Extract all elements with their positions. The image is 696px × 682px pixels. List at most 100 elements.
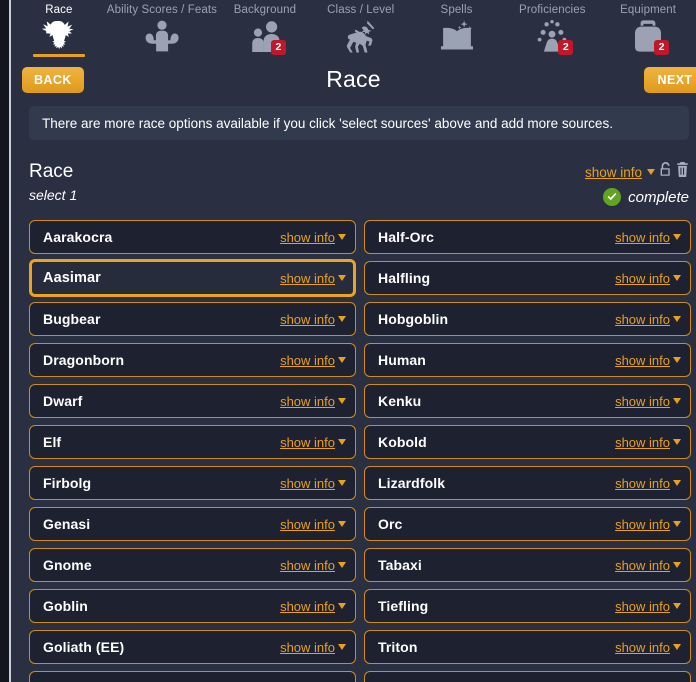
chevron-down-icon[interactable] [338,602,346,609]
chevron-down-icon[interactable] [338,479,346,486]
race-show-info-control[interactable]: show info [280,230,346,245]
race-option-row[interactable]: Half-Orc show info [364,220,691,254]
race-show-info-control[interactable]: show info [615,394,681,409]
next-button[interactable]: NEXT [644,67,696,93]
chevron-down-icon[interactable] [673,520,681,527]
chevron-down-icon[interactable] [673,356,681,363]
race-show-info-control[interactable]: show info [615,640,681,655]
race-option-row[interactable] [29,671,356,682]
race-show-info-control[interactable]: show info [280,312,346,327]
race-show-info-link[interactable]: show info [615,353,670,368]
race-show-info-link[interactable]: show info [615,394,670,409]
race-show-info-control[interactable]: show info [280,476,346,491]
race-show-info-link[interactable]: show info [280,558,335,573]
chevron-down-icon[interactable] [338,356,346,363]
chevron-down-icon[interactable] [338,520,346,527]
race-option-row[interactable]: Elf show info [29,425,356,459]
race-show-info-link[interactable]: show info [615,640,670,655]
chevron-down-icon[interactable] [338,315,346,322]
chevron-down-icon[interactable] [673,602,681,609]
race-show-info-control[interactable]: show info [280,517,346,532]
race-option-row[interactable]: Dwarf show info [29,384,356,418]
nav-tab-proficiencies[interactable]: Proficiencies 2 [504,0,600,62]
race-show-info-link[interactable]: show info [615,599,670,614]
nav-tab-ability-scores-feats[interactable]: Ability Scores / Feats [107,0,217,62]
chevron-down-icon[interactable] [673,315,681,322]
chevron-down-icon[interactable] [673,233,681,240]
race-show-info-control[interactable]: show info [280,435,346,450]
chevron-down-icon[interactable] [338,274,346,281]
trash-can-icon[interactable] [676,162,689,182]
race-show-info-link[interactable]: show info [615,435,670,450]
race-option-row[interactable]: Aarakocra show info [29,220,356,254]
race-option-row[interactable]: Halfling show info [364,261,691,295]
chevron-down-icon[interactable] [673,397,681,404]
chevron-down-icon[interactable] [673,479,681,486]
race-option-row[interactable]: Hobgoblin show info [364,302,691,336]
chevron-down-icon[interactable] [338,438,346,445]
race-show-info-link[interactable]: show info [615,271,670,286]
race-show-info-control[interactable]: show info [615,517,681,532]
race-option-row-selected[interactable]: Aasimar show info [29,259,356,297]
race-option-row[interactable]: Tabaxi show info [364,548,691,582]
chevron-down-icon[interactable] [338,643,346,650]
nav-tab-class-level[interactable]: Class / Level [313,0,409,62]
race-show-info-link[interactable]: show info [615,476,670,491]
race-show-info-control[interactable]: show info [280,640,346,655]
race-show-info-control[interactable]: show info [280,558,346,573]
chevron-down-icon[interactable] [338,233,346,240]
race-show-info-control[interactable]: show info [615,435,681,450]
race-option-row[interactable]: Gnome show info [29,548,356,582]
section-show-info-link[interactable]: show info [585,165,642,180]
race-show-info-control[interactable]: show info [615,476,681,491]
race-show-info-control[interactable]: show info [280,599,346,614]
unlocked-padlock-icon[interactable] [659,162,672,182]
nav-tab-spells[interactable]: Spells [409,0,505,62]
race-show-info-link[interactable]: show info [280,353,335,368]
nav-tab-background[interactable]: Background 2 [217,0,313,62]
race-show-info-control[interactable]: show info [615,271,681,286]
race-show-info-link[interactable]: show info [280,476,335,491]
race-show-info-link[interactable]: show info [280,640,335,655]
race-show-info-control[interactable]: show info [280,394,346,409]
race-show-info-control[interactable]: show info [615,558,681,573]
race-option-row[interactable]: Genasi show info [29,507,356,541]
nav-tab-race[interactable]: Race [11,0,107,62]
chevron-down-icon[interactable] [338,397,346,404]
race-show-info-link[interactable]: show info [615,230,670,245]
chevron-down-icon[interactable] [647,168,655,175]
race-option-row[interactable]: Kobold show info [364,425,691,459]
race-option-row[interactable] [364,671,691,682]
race-show-info-link[interactable]: show info [615,558,670,573]
race-show-info-control[interactable]: show info [280,271,346,286]
chevron-down-icon[interactable] [673,274,681,281]
race-option-row[interactable]: Firbolg show info [29,466,356,500]
chevron-down-icon[interactable] [673,438,681,445]
race-show-info-link[interactable]: show info [280,230,335,245]
race-show-info-link[interactable]: show info [615,312,670,327]
race-show-info-link[interactable]: show info [280,599,335,614]
race-show-info-control[interactable]: show info [615,230,681,245]
race-show-info-link[interactable]: show info [280,435,335,450]
race-show-info-control[interactable]: show info [615,599,681,614]
race-show-info-link[interactable]: show info [280,517,335,532]
race-show-info-link[interactable]: show info [280,394,335,409]
nav-tab-equipment[interactable]: Equipment 2 [600,0,696,62]
race-option-row[interactable]: Human show info [364,343,691,377]
chevron-down-icon[interactable] [673,561,681,568]
race-option-row[interactable]: Triton show info [364,630,691,664]
race-show-info-link[interactable]: show info [615,517,670,532]
chevron-down-icon[interactable] [673,643,681,650]
race-option-row[interactable]: Dragonborn show info [29,343,356,377]
race-show-info-link[interactable]: show info [280,271,335,286]
race-option-row[interactable]: Kenku show info [364,384,691,418]
race-option-row[interactable]: Tiefling show info [364,589,691,623]
race-option-row[interactable]: Orc show info [364,507,691,541]
race-show-info-control[interactable]: show info [615,353,681,368]
race-option-row[interactable]: Bugbear show info [29,302,356,336]
race-show-info-link[interactable]: show info [280,312,335,327]
chevron-down-icon[interactable] [338,561,346,568]
race-show-info-control[interactable]: show info [615,312,681,327]
race-option-row[interactable]: Goliath (EE) show info [29,630,356,664]
race-show-info-control[interactable]: show info [280,353,346,368]
